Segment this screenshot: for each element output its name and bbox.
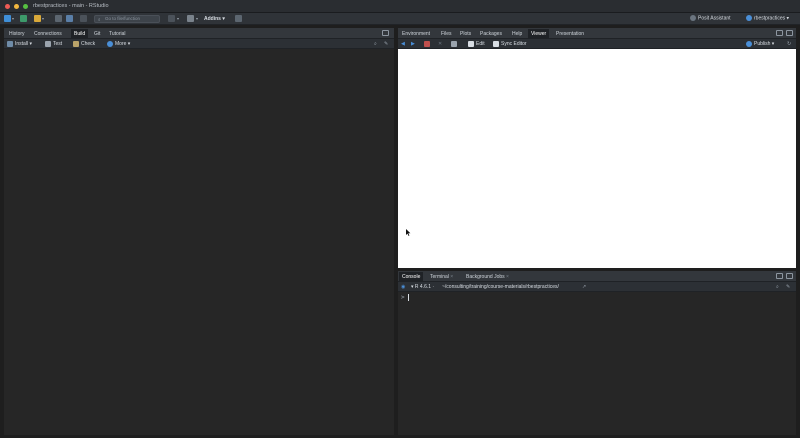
- console-pane-tabbar: Console Terminal × Background Jobs ×: [398, 271, 796, 282]
- grid-icon[interactable]: [235, 15, 242, 22]
- addins-menu[interactable]: Addins ▾: [204, 16, 225, 22]
- chevron-down-icon[interactable]: ▾: [12, 16, 14, 21]
- gear-icon: [107, 40, 113, 47]
- mouse-cursor-icon: [406, 229, 411, 236]
- close-icon[interactable]: ×: [506, 274, 509, 280]
- left-pane-tabbar: History Connections Build Git Tutorial: [4, 28, 394, 39]
- go-to-directory-icon[interactable]: ↗: [582, 283, 586, 291]
- search-icon: ⌕: [98, 17, 101, 22]
- check-icon: [73, 40, 79, 47]
- workspace-panes-icon[interactable]: [187, 15, 194, 22]
- more-menu[interactable]: More ▾: [107, 40, 130, 48]
- title-bar: rbestpractices - main - RStudio: [0, 0, 800, 13]
- minimize-window-button[interactable]: [14, 4, 19, 9]
- search-icon[interactable]: ⌕: [374, 40, 377, 48]
- install-icon: [7, 40, 13, 47]
- viewer-pane-tabbar: Environment Files Plots Packages Help Vi…: [398, 28, 796, 39]
- tab-viewer[interactable]: Viewer: [528, 29, 550, 39]
- main-toolbar: ▾ ▾ ⌕ Go to file/function ▾ ▾ Addins ▾ P…: [0, 13, 800, 25]
- console-output[interactable]: >: [398, 292, 796, 435]
- install-button[interactable]: Install ▾: [7, 40, 32, 48]
- save-all-icon[interactable]: [66, 15, 73, 22]
- tab-tutorial[interactable]: Tutorial: [106, 29, 129, 39]
- working-directory-path: ~/consulting/training/course-materials/r…: [442, 284, 559, 290]
- minimize-pane-icon[interactable]: [382, 30, 389, 36]
- tab-files[interactable]: Files: [438, 29, 455, 39]
- r-version-menu[interactable]: ▾ R 4.6.1 ·: [411, 283, 434, 291]
- export-icon[interactable]: [424, 40, 432, 48]
- publish-icon: [746, 40, 752, 47]
- tab-packages[interactable]: Packages: [477, 29, 505, 39]
- refresh-icon[interactable]: ↻: [787, 40, 791, 48]
- tab-background-jobs[interactable]: Background Jobs ×: [463, 272, 512, 282]
- clear-console-icon[interactable]: ✎: [786, 283, 790, 291]
- print-icon[interactable]: [80, 15, 87, 22]
- viewer-pane: Environment Files Plots Packages Help Vi…: [398, 28, 796, 268]
- clear-viewer-icon[interactable]: [451, 40, 459, 48]
- chevron-down-icon[interactable]: ▾: [196, 16, 198, 21]
- tab-console[interactable]: Console: [399, 272, 424, 282]
- console-info-bar: ◉ ▾ R 4.6.1 · ~/consulting/training/cour…: [398, 282, 796, 292]
- left-pane: History Connections Build Git Tutorial I…: [4, 28, 394, 435]
- project-menu[interactable]: rbestpractices ▾: [746, 15, 789, 23]
- goto-placeholder: Go to file/function: [105, 16, 141, 21]
- close-window-button[interactable]: [5, 4, 10, 9]
- maximize-window-button[interactable]: [23, 4, 28, 9]
- forward-arrow-icon[interactable]: ▶: [411, 40, 415, 48]
- delete-icon[interactable]: ✕: [438, 40, 442, 48]
- edit-button[interactable]: Edit: [468, 40, 485, 48]
- open-file-icon[interactable]: [34, 15, 41, 22]
- code-tools-icon[interactable]: [168, 15, 175, 22]
- r-logo-icon: ◉: [401, 284, 406, 290]
- tab-presentation[interactable]: Presentation: [553, 29, 587, 39]
- goto-file-function-input[interactable]: ⌕ Go to file/function: [94, 15, 160, 23]
- edit-icon: [468, 40, 474, 47]
- console-pane: Console Terminal × Background Jobs × ◉ ▾…: [398, 271, 796, 435]
- project-icon: [746, 15, 752, 21]
- posit-assistant-button[interactable]: Posit Assistant: [690, 15, 731, 23]
- viewer-content[interactable]: [398, 49, 796, 268]
- assistant-icon: [690, 15, 696, 21]
- tab-environment[interactable]: Environment: [399, 29, 433, 39]
- check-button[interactable]: Check: [73, 40, 95, 48]
- console-prompt: >: [401, 294, 405, 301]
- close-icon[interactable]: ×: [450, 274, 453, 280]
- back-arrow-icon[interactable]: ◀: [401, 40, 405, 48]
- viewer-toolbar: ◀ ▶ ✕ Edit Sync Editor Publish ▾ ↻: [398, 39, 796, 49]
- text-cursor: [408, 294, 409, 301]
- tab-build[interactable]: Build: [71, 29, 89, 39]
- tab-git[interactable]: Git: [91, 29, 103, 39]
- build-toolbar: Install ▾ Test Check More ▾ ⌕ ✎: [4, 39, 394, 49]
- tab-history[interactable]: History: [6, 29, 28, 39]
- chevron-down-icon[interactable]: ▾: [42, 16, 44, 21]
- maximize-pane-icon[interactable]: [786, 273, 793, 279]
- publish-menu[interactable]: Publish ▾: [746, 40, 774, 48]
- clear-icon[interactable]: ✎: [384, 40, 388, 48]
- tab-terminal[interactable]: Terminal ×: [427, 272, 456, 282]
- maximize-pane-icon[interactable]: [786, 30, 793, 36]
- new-file-icon[interactable]: [4, 15, 11, 22]
- window-title: rbestpractices - main - RStudio: [33, 3, 109, 9]
- new-project-icon[interactable]: [20, 15, 27, 22]
- search-icon[interactable]: ⌕: [776, 283, 779, 291]
- minimize-pane-icon[interactable]: [776, 30, 783, 36]
- test-button[interactable]: Test: [45, 40, 62, 48]
- tab-connections[interactable]: Connections: [31, 29, 65, 39]
- checkbox-icon: [493, 40, 499, 47]
- save-icon[interactable]: [55, 15, 62, 22]
- tab-plots[interactable]: Plots: [457, 29, 474, 39]
- sync-editor-checkbox[interactable]: Sync Editor: [493, 40, 527, 48]
- chevron-down-icon[interactable]: ▾: [177, 16, 179, 21]
- test-icon: [45, 40, 51, 47]
- minimize-pane-icon[interactable]: [776, 273, 783, 279]
- tab-help[interactable]: Help: [509, 29, 525, 39]
